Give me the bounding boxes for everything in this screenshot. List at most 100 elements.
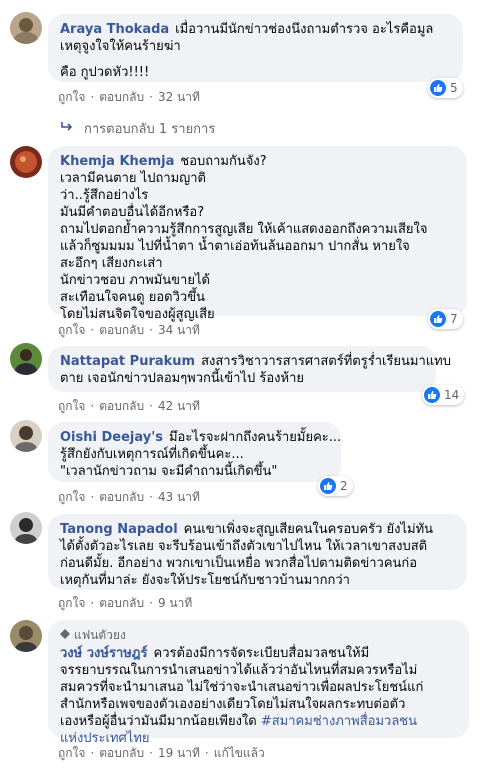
comment-text: ตาย เจอนักข่าวปลอมๆพวกนี้เข้าไป ร้องห้าย bbox=[60, 371, 304, 386]
like-button[interactable]: ถูกใจ bbox=[58, 90, 85, 104]
comment-text: "เวลานักข่าวถาม จะมีคำถามนี้เกิดขึ้น" bbox=[60, 464, 278, 479]
like-reaction-icon bbox=[430, 80, 446, 96]
comment-bubble: Tanong Napadol คนเขาเพิ่งจะสูญเสียคนในครอ… bbox=[48, 514, 467, 590]
comment-text: นักข่าวชอบ ภาพมันขายได้ bbox=[60, 273, 210, 288]
reply-button[interactable]: ตอบกลับ bbox=[99, 399, 144, 413]
separator: · bbox=[90, 490, 95, 504]
reaction-number: 14 bbox=[444, 388, 460, 402]
reply-button[interactable]: ตอบกลับ bbox=[99, 490, 144, 504]
reaction-count[interactable]: 7 bbox=[428, 309, 463, 329]
like-reaction-icon bbox=[424, 387, 440, 403]
avatar[interactable] bbox=[10, 12, 42, 44]
timestamp[interactable]: 43 นาที bbox=[158, 490, 200, 504]
author-name[interactable]: Araya Thokada bbox=[60, 22, 169, 37]
comment-actions: ถูกใจ · ตอบกลับ · 42 นาที bbox=[58, 397, 200, 416]
comment-text: เหตุจูงใจให้คนร้ายฆ่า bbox=[60, 39, 181, 54]
like-button[interactable]: ถูกใจ bbox=[58, 490, 85, 504]
comment-actions: ถูกใจ · ตอบกลับ · 43 นาที bbox=[58, 488, 200, 507]
author-name[interactable]: วงษ์ วงษ์ราษฎร์ bbox=[60, 646, 148, 661]
comment-text: เมื่อวานมีนักข่าวช่องนึงถามตำรวจ อะไรคือ… bbox=[175, 22, 434, 37]
comment-spacer bbox=[60, 55, 451, 64]
comment-text: สำนักหรือเพจของตัวเองอย่างเดียวโดยไม่สนใ… bbox=[60, 697, 406, 712]
comment-bubble: Oishi Deejay's มึอะไรจะฝากถึงคนร้ายมั้ยคะ… bbox=[48, 422, 341, 482]
separator: · bbox=[149, 90, 153, 104]
timestamp[interactable]: 34 นาที bbox=[158, 323, 200, 337]
like-reaction-icon bbox=[320, 478, 336, 494]
author-name[interactable]: Tanong Napadol bbox=[60, 522, 178, 537]
like-button[interactable]: ถูกใจ bbox=[58, 596, 85, 610]
reply-button[interactable]: ตอบกลับ bbox=[99, 746, 144, 760]
comment-text: สงสารวิชาวารสารศาสตร์ที่ตรูร่ำเรียนมาแทบ bbox=[201, 354, 452, 369]
like-button[interactable]: ถูกใจ bbox=[58, 746, 85, 760]
separator: · bbox=[90, 596, 95, 610]
comment-text: สะเทือนใจคนดู ยอดวิวขึ้น bbox=[60, 290, 205, 305]
comment-text: สะอึกๆ เสียงกะเส่า bbox=[60, 256, 163, 271]
comment-bubble: Khemja Khemja ชอบถามกันจัง? เวลามีคนตาย ไ… bbox=[48, 146, 467, 322]
comment-actions: ถูกใจ · ตอบกลับ · 19 นาที · แก้ไขแล้ว bbox=[58, 744, 265, 763]
separator: · bbox=[149, 399, 153, 413]
reply-button[interactable]: ตอบกลับ bbox=[99, 596, 144, 610]
comment-text: จรรยาบรรณในการนำเสนอข่าวได้แล้วว่าอันไหน… bbox=[60, 663, 418, 678]
comment-text: รู้สึกยังกับเหตุการณ์ที่เกิดขึ้นคะ... bbox=[60, 447, 244, 462]
comment-text: เวลามีคนตาย ไปถามญาติ bbox=[60, 171, 207, 186]
author-name[interactable]: Khemja Khemja bbox=[60, 154, 174, 169]
top-fan-badge: แฟนตัวยง bbox=[60, 627, 457, 644]
comment-bubble: Nattapat Purakum สงสารวิชาวารสารศาสตร์ที่… bbox=[48, 346, 451, 392]
reaction-number: 5 bbox=[450, 81, 458, 95]
timestamp[interactable]: 32 นาที bbox=[158, 90, 200, 104]
like-reaction-icon bbox=[430, 311, 446, 327]
comment-text: ชอบถามกันจัง? bbox=[180, 154, 267, 169]
timestamp[interactable]: 42 นาที bbox=[158, 399, 200, 413]
separator: · bbox=[204, 746, 209, 760]
separator: · bbox=[90, 90, 95, 104]
like-button[interactable]: ถูกใจ bbox=[58, 399, 85, 413]
author-name[interactable]: Oishi Deejay's bbox=[60, 430, 163, 445]
comment-text: ก่อนดีมั้ย. อีกอย่าง พวกเขาเป็นเหยื่อ พว… bbox=[60, 556, 418, 571]
reaction-count[interactable]: 5 bbox=[428, 78, 463, 98]
avatar[interactable] bbox=[10, 512, 42, 544]
comment-text: ควรต้องมีการจัดระเบียบสื่อมวลชนให้มี bbox=[153, 646, 370, 661]
timestamp[interactable]: 19 นาที bbox=[158, 746, 200, 760]
diamond-icon bbox=[60, 627, 70, 644]
separator: · bbox=[90, 399, 95, 413]
comment-text: มึอะไรจะฝากถึงคนร้ายมั้ยคะ... bbox=[168, 430, 342, 445]
reply-button[interactable]: ตอบกลับ bbox=[99, 90, 144, 104]
comment-text: ถามไปตอกย้ำความรู้สึกการสูญเสีย ให้เค้าแ… bbox=[60, 222, 428, 237]
reaction-count[interactable]: 2 bbox=[318, 476, 353, 496]
replies-link-label: การตอบกลับ 1 รายการ bbox=[84, 122, 216, 137]
comment-actions: ถูกใจ · ตอบกลับ · 34 นาที bbox=[58, 321, 200, 340]
comment-text: คือ กูปวดหัว!!!! bbox=[60, 65, 150, 80]
reply-arrow-icon bbox=[60, 121, 74, 137]
comment-actions: ถูกใจ · ตอบกลับ · 9 นาที bbox=[58, 594, 192, 613]
avatar[interactable] bbox=[10, 146, 42, 178]
separator: · bbox=[90, 323, 95, 337]
comment-text: เองหรือผู้อื่นว่ามันมีมากน้อยเพียงใด bbox=[60, 714, 257, 729]
separator: · bbox=[149, 746, 153, 760]
reply-button[interactable]: ตอบกลับ bbox=[99, 323, 144, 337]
avatar[interactable] bbox=[10, 343, 42, 375]
separator: · bbox=[149, 596, 153, 610]
comment-text: มันมีคำตอบอื่นได้อีกหรือ? bbox=[60, 205, 205, 220]
comment-text: ได้ตั้งตัวอะไรเลย จะรีบร้อนเข้าถึงตัวเขา… bbox=[60, 539, 428, 554]
comment-actions: ถูกใจ · ตอบกลับ · 32 นาที bbox=[58, 88, 200, 107]
comment-bubble: แฟนตัวยง วงษ์ วงษ์ราษฎร์ ควรต้องมีการจัดร… bbox=[48, 620, 469, 746]
reaction-number: 2 bbox=[340, 479, 348, 493]
comment-text: สมควรที่จะนำมาเสนอ ไม่ใช่ว่าจะนำเสนอข่าว… bbox=[60, 680, 424, 695]
edited-label[interactable]: แก้ไขแล้ว bbox=[214, 746, 265, 760]
separator: · bbox=[149, 323, 153, 337]
comment-text: คนเขาเพิ่งจะสูญเสียคนในครอบครัว ยังไม่ทั… bbox=[183, 522, 434, 537]
avatar[interactable] bbox=[10, 620, 42, 652]
comment-bubble: Araya Thokada เมื่อวานมีนักข่าวช่องนึงถาม… bbox=[48, 14, 463, 82]
view-replies-link[interactable]: การตอบกลับ 1 รายการ bbox=[60, 118, 215, 139]
comment-text: ว่า..รู้สึกอย่างไร bbox=[60, 188, 149, 203]
badge-label: แฟนตัวยง bbox=[74, 628, 126, 642]
separator: · bbox=[149, 490, 153, 504]
comment-text: แล้วก็ซูมมมม ไปที่น้ำตา น้ำตาเอ่อท้นล้นอ… bbox=[60, 239, 410, 254]
separator: · bbox=[90, 746, 95, 760]
hashtag-link[interactable]: #สมาคมช่างภาพสื่อมวลชน bbox=[261, 714, 417, 729]
timestamp[interactable]: 9 นาที bbox=[158, 596, 192, 610]
like-button[interactable]: ถูกใจ bbox=[58, 323, 85, 337]
reaction-count[interactable]: 14 bbox=[422, 385, 465, 405]
avatar[interactable] bbox=[10, 420, 42, 452]
author-name[interactable]: Nattapat Purakum bbox=[60, 354, 195, 369]
